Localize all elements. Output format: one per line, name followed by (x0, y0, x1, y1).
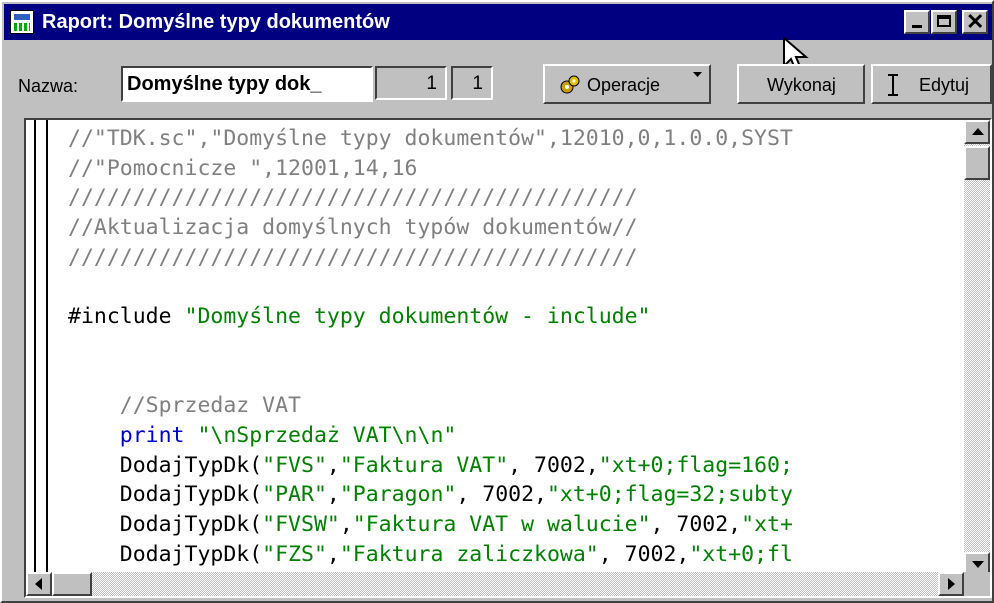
code-token: //"Pomocnicze ",12001,14,16 (68, 155, 418, 181)
title-bar[interactable]: Raport: Domyślne typy dokumentów ✕ (4, 4, 992, 40)
scrollbar-corner (964, 572, 990, 596)
code-token: "xt+ (741, 511, 793, 537)
horizontal-scrollbar[interactable] (26, 572, 964, 596)
counter-box-1: 1 (375, 66, 447, 100)
code-token: "Domyślne typy dokumentów - include" (184, 304, 651, 330)
text-cursor-icon (888, 74, 898, 96)
code-token: //"TDK.sc","Domyślne typy dokumentów",12… (68, 126, 793, 151)
code-line: #include "Domyślne typy dokumentów - inc… (68, 302, 966, 332)
code-token: "Faktura VAT" (339, 452, 509, 478)
code-line: print "\nSprzedaż VAT\n\n" (68, 421, 966, 451)
code-token: , (326, 541, 340, 567)
code-token: "Faktura VAT w walucie" (352, 511, 651, 537)
code-line: DodajTypDk("FVS","Faktura VAT", 7002,"xt… (68, 451, 966, 481)
edytuj-label: Edytuj (919, 75, 970, 95)
operacje-button[interactable]: Operacje (543, 64, 711, 104)
code-token: //Aktualizacja domyślnych typów dokument… (68, 215, 638, 241)
wykonaj-label: Wykonaj (767, 75, 836, 95)
code-token: ////////////////////////////////////////… (68, 244, 638, 270)
scroll-left-button[interactable] (26, 572, 52, 596)
edytuj-button[interactable]: Edytuj (871, 64, 992, 104)
code-token: "Paragon" (339, 482, 457, 508)
code-token: "\nSprzedaż VAT\n\n" (197, 422, 457, 448)
code-line: ////////////////////////////////////////… (68, 183, 966, 213)
wykonaj-button[interactable]: Wykonaj (737, 64, 865, 104)
code-token: //Sprzedaz VAT (68, 393, 301, 419)
code-token: DodajTypDk( (68, 482, 263, 508)
close-icon: ✕ (966, 9, 985, 34)
close-button[interactable]: ✕ (962, 10, 988, 34)
code-editor[interactable]: //"TDK.sc","Domyślne typy dokumentów",12… (24, 118, 992, 598)
scroll-right-button[interactable] (938, 572, 964, 596)
code-token: , 7002, (650, 511, 742, 537)
code-token: #include (68, 304, 185, 330)
code-token: DodajTypDk( (68, 541, 263, 567)
arrow-up-icon (972, 128, 984, 135)
code-line: ////////////////////////////////////////… (68, 243, 966, 273)
code-token: ////////////////////////////////////////… (68, 185, 638, 211)
code-token: , 7002, (598, 541, 690, 567)
report-name-field[interactable]: Domyślne typy dok_ (121, 66, 373, 102)
code-token: , 7002, (456, 482, 547, 508)
code-token: "PAR" (262, 482, 327, 508)
name-label: Nazwa: (18, 76, 79, 96)
code-token: DodajTypDk( (68, 452, 263, 478)
arrow-right-icon (948, 578, 955, 590)
vertical-scrollbar[interactable] (964, 120, 990, 576)
arrow-left-icon (35, 578, 42, 590)
minimize-button[interactable] (904, 10, 930, 34)
code-line: //"Pomocnicze ",12001,14,16 (68, 154, 966, 184)
code-token: "Faktura zaliczkowa" (339, 541, 599, 567)
vertical-scroll-thumb[interactable] (964, 146, 990, 180)
report-icon[interactable] (10, 10, 34, 34)
editor-gutter (26, 120, 48, 576)
code-token: "xt+0;fl (689, 541, 793, 567)
maximize-icon (937, 15, 951, 27)
gear-icon (560, 75, 580, 94)
report-window: Raport: Domyślne typy dokumentów ✕ Nazwa… (0, 0, 994, 603)
code-token: , (339, 511, 353, 537)
code-line: DodajTypDk("FVSW","Faktura VAT w walucie… (68, 510, 966, 540)
code-token: "FZS" (262, 541, 327, 567)
code-line: DodajTypDk("PAR","Paragon", 7002,"xt+0;f… (68, 480, 966, 510)
code-token: DodajTypDk( (68, 511, 263, 537)
code-line: //Sprzedaz VAT (68, 391, 966, 421)
code-token: "FVSW" (262, 511, 340, 537)
code-token: , 7002, (508, 452, 599, 478)
code-token: print (68, 422, 198, 448)
minimize-icon (912, 25, 922, 28)
toolbar: Nazwa: Domyślne typy dok_ 1 1 Operacje W… (4, 62, 992, 112)
counter-box-2: 1 (451, 66, 493, 100)
code-line: //"TDK.sc","Domyślne typy dokumentów",12… (68, 124, 966, 154)
dropdown-arrow-icon (693, 72, 702, 77)
arrow-down-icon (972, 561, 984, 568)
code-token: , (326, 482, 340, 508)
operacje-label: Operacje (587, 75, 661, 95)
code-token: , (326, 452, 340, 478)
maximize-button[interactable] (931, 10, 957, 34)
gutter-line (34, 120, 36, 576)
horizontal-scroll-thumb[interactable] (52, 572, 92, 596)
code-line: DodajTypDk("FZS","Faktura zaliczkowa", 7… (68, 540, 966, 570)
code-text-area[interactable]: //"TDK.sc","Domyślne typy dokumentów",12… (68, 124, 966, 570)
window-title: Raport: Domyślne typy dokumentów (42, 11, 390, 33)
code-token: "FVS" (262, 452, 327, 478)
code-line: //Aktualizacja domyślnych typów dokument… (68, 213, 966, 243)
code-token: "xt+0;flag=32;subty (546, 482, 793, 508)
scroll-up-button[interactable] (964, 120, 990, 144)
code-token: "xt+0;flag=160; (598, 452, 793, 478)
